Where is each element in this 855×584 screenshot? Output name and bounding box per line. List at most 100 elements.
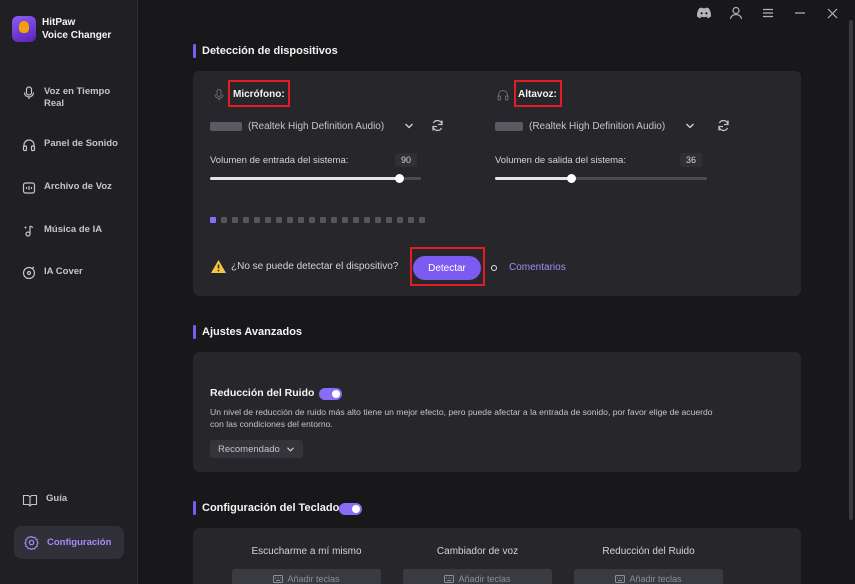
minimize-icon[interactable] (791, 4, 809, 22)
level-segment (298, 217, 304, 223)
noise-level-select[interactable]: Recomendado (210, 440, 303, 458)
level-segment (265, 217, 271, 223)
keyboard-icon (444, 575, 455, 583)
level-segment (276, 217, 282, 223)
refresh-icon[interactable] (431, 119, 444, 132)
level-segment (309, 217, 315, 223)
level-segment (397, 217, 403, 223)
level-segment (232, 217, 238, 223)
noise-reduction-description: Un nivel de reducción de ruido más alto … (210, 406, 790, 430)
level-segment (364, 217, 370, 223)
sidebar-item-label: Real (44, 98, 65, 109)
sidebar-item-label: Archivo de Voz (44, 181, 112, 192)
level-segment (419, 217, 425, 223)
description-line: con las condiciones del entorno. (210, 419, 333, 429)
level-segment (386, 217, 392, 223)
keyboard-column-label: Reducción del Ruido (602, 546, 695, 557)
speaker-volume-slider[interactable] (495, 174, 707, 183)
mic-volume-value: 90 (395, 153, 418, 167)
level-segment (375, 217, 381, 223)
app-name-line2: Voice Changer (42, 30, 112, 41)
add-keys-button[interactable]: Añadir teclas (403, 569, 552, 584)
warning-text: ¿No se puede detectar el dispositivo? (231, 261, 399, 272)
keyboard-icon (273, 575, 284, 583)
level-segment (342, 217, 348, 223)
noise-level-value: Recomendado (218, 443, 280, 455)
book-icon (22, 494, 38, 507)
detect-button[interactable]: Detectar (413, 256, 481, 280)
menu-icon[interactable] (759, 4, 777, 22)
speaker-volume-label: Volumen de salida del sistema: (495, 155, 626, 166)
sidebar-item-voice-file[interactable]: Archivo de Voz (22, 181, 112, 195)
brand: HitPaw Voice Changer (12, 16, 111, 42)
slider-fill (495, 177, 572, 180)
redacted-device-name (495, 121, 523, 131)
section-advanced: Ajustes Avanzados (193, 325, 302, 339)
sidebar-item-ai-cover[interactable]: IA Cover (22, 266, 83, 280)
sidebar-item-ai-music[interactable]: Música de IA (22, 224, 102, 238)
redacted-device-name (210, 121, 242, 131)
description-line: Un nivel de reducción de ruido más alto … (210, 407, 713, 417)
level-segment (210, 217, 216, 223)
speaker-device-name: (Realtek High Definition Audio) (529, 120, 666, 132)
mic-device-name: (Realtek High Definition Audio) (248, 120, 385, 132)
audio-file-icon (22, 182, 36, 194)
microphone-icon (214, 89, 224, 101)
button-label: Añadir teclas (629, 574, 682, 584)
sidebar-item-settings[interactable]: Configuración (14, 526, 124, 559)
sidebar-item-soundboard[interactable]: Panel de Sonido (22, 138, 118, 152)
slider-handle[interactable] (566, 174, 576, 183)
bullet-icon (491, 265, 497, 271)
button-label: Añadir teclas (458, 574, 511, 584)
speaker-device-select[interactable]: (Realtek High Definition Audio) (495, 115, 695, 137)
mic-volume-slider[interactable] (210, 174, 421, 183)
add-keys-button[interactable]: Añadir teclas (574, 569, 723, 584)
sidebar-item-realtime-voice[interactable]: Voz en Tiempo Real (22, 86, 110, 110)
chevron-down-icon (405, 123, 414, 129)
level-segment (243, 217, 249, 223)
level-segment (221, 217, 227, 223)
headphones-icon (497, 90, 509, 101)
slider-fill (210, 177, 400, 180)
noise-reduction-toggle[interactable] (319, 388, 342, 400)
keyboard-toggle[interactable] (339, 503, 362, 515)
section-keyboard: Configuración del Teclado (193, 501, 339, 515)
scrollbar-thumb[interactable] (849, 20, 853, 520)
close-icon[interactable] (823, 4, 841, 22)
noise-reduction-title: Reducción del Ruido (210, 387, 315, 399)
sidebar-item-label: Panel de Sonido (44, 138, 118, 149)
headphones-icon (22, 139, 36, 152)
keyboard-column-label: Escucharme a mí mismo (251, 546, 362, 557)
input-level-meter (210, 217, 425, 223)
speaker-label: Altavoz: (518, 89, 557, 100)
speaker-volume-value: 36 (680, 153, 703, 167)
section-title: Detección de dispositivos (202, 45, 338, 57)
button-label: Añadir teclas (287, 574, 340, 584)
sidebar-item-label: Música de IA (44, 224, 103, 235)
sidebar-item-label: Voz en Tiempo (44, 86, 111, 97)
sidebar-item-label: IA Cover (44, 266, 83, 277)
feedback-link[interactable]: Comentarios (509, 262, 566, 273)
discord-icon[interactable] (695, 4, 713, 22)
detection-warning: ¿No se puede detectar el dispositivo? (210, 259, 398, 274)
gear-icon (24, 535, 39, 550)
add-keys-button[interactable]: Añadir teclas (232, 569, 381, 584)
chevron-down-icon (686, 123, 695, 129)
mic-volume-label: Volumen de entrada del sistema: (210, 155, 349, 166)
vinyl-icon (22, 266, 36, 280)
level-segment (331, 217, 337, 223)
level-segment (320, 217, 326, 223)
level-segment (287, 217, 293, 223)
warning-icon (211, 260, 226, 273)
sidebar-item-guide[interactable]: Guía (22, 493, 67, 507)
app-logo (12, 16, 36, 42)
keyboard-column-label: Cambiador de voz (436, 546, 519, 557)
mic-device-select[interactable]: (Realtek High Definition Audio) (210, 115, 414, 137)
user-icon[interactable] (727, 4, 745, 22)
window-controls (695, 4, 841, 22)
microphone-icon (23, 86, 35, 99)
section-title: Ajustes Avanzados (202, 326, 303, 338)
level-segment (353, 217, 359, 223)
sidebar-item-label: Guía (46, 493, 68, 504)
refresh-icon[interactable] (717, 119, 730, 132)
